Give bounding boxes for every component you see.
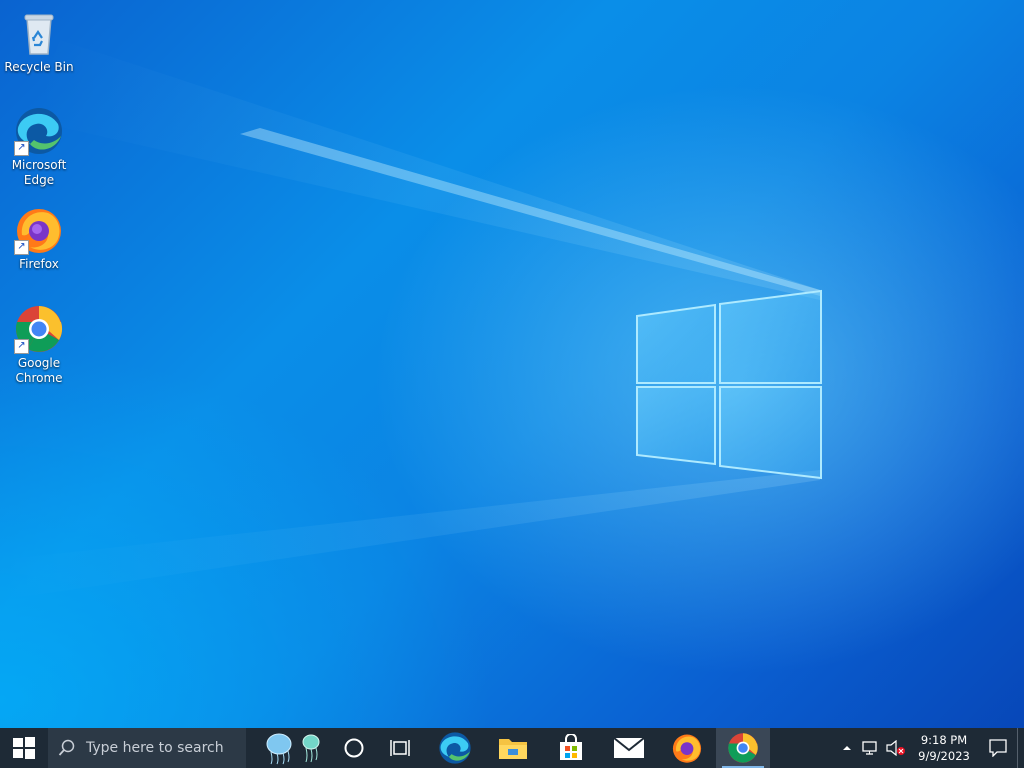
firefox-icon: ↗ bbox=[14, 205, 64, 255]
file-explorer-icon bbox=[499, 739, 527, 759]
volume-button[interactable] bbox=[883, 728, 909, 768]
clock[interactable]: 9:18 PM 9/9/2023 bbox=[909, 732, 979, 764]
cortana-icon bbox=[344, 738, 364, 758]
icon-label: Chrome bbox=[15, 371, 63, 385]
clock-time: 9:18 PM bbox=[920, 733, 968, 747]
action-center-button[interactable] bbox=[979, 728, 1017, 768]
task-view-icon bbox=[390, 740, 410, 756]
microsoft-store-icon bbox=[560, 734, 582, 760]
icon-label: Recycle Bin bbox=[4, 60, 74, 74]
search-box[interactable]: Type here to search bbox=[48, 728, 246, 768]
taskbar-microsoft-store[interactable] bbox=[542, 728, 600, 768]
taskbar: Type here to search 9:18 PM 9/9/2023 bbox=[0, 728, 1024, 768]
start-button[interactable] bbox=[0, 728, 48, 768]
icon-label: Microsoft bbox=[11, 158, 67, 172]
network-icon bbox=[862, 741, 877, 755]
shortcut-arrow-icon: ↗ bbox=[14, 141, 29, 156]
network-button[interactable] bbox=[859, 728, 883, 768]
task-view-button[interactable] bbox=[378, 728, 426, 768]
edge-icon: ↗ bbox=[14, 106, 64, 156]
shortcut-arrow-icon: ↗ bbox=[14, 240, 29, 255]
taskbar-edge[interactable] bbox=[426, 728, 484, 768]
wallpaper-logo bbox=[0, 40, 822, 600]
chevron-up-icon bbox=[843, 746, 851, 750]
chrome-icon bbox=[728, 733, 758, 763]
jellyfish-icon bbox=[266, 733, 320, 765]
shortcut-arrow-icon: ↗ bbox=[14, 339, 29, 354]
cortana-button[interactable] bbox=[330, 728, 378, 768]
taskbar-chrome[interactable] bbox=[716, 728, 770, 768]
taskbar-mail[interactable] bbox=[600, 728, 658, 768]
desktop-icon-chrome[interactable]: ↗ Google Chrome bbox=[4, 304, 74, 386]
taskbar-firefox[interactable] bbox=[658, 728, 716, 768]
search-placeholder: Type here to search bbox=[86, 740, 224, 756]
desktop-icon-edge[interactable]: ↗ Microsoft Edge bbox=[4, 106, 74, 188]
mail-icon bbox=[613, 737, 645, 758]
volume-muted-icon bbox=[886, 740, 905, 756]
windows-start-icon bbox=[13, 737, 35, 759]
show-desktop-button[interactable] bbox=[1017, 728, 1024, 768]
icon-label: Firefox bbox=[19, 257, 59, 271]
icon-label: Edge bbox=[23, 173, 55, 187]
search-highlight-button[interactable] bbox=[258, 728, 330, 768]
icon-label: Google bbox=[17, 356, 61, 370]
clock-date: 9/9/2023 bbox=[918, 749, 970, 763]
desktop-icon-firefox[interactable]: ↗ Firefox bbox=[4, 205, 74, 272]
desktop-icon-recycle-bin[interactable]: Recycle Bin bbox=[4, 8, 74, 75]
search-icon bbox=[58, 739, 75, 756]
edge-icon bbox=[439, 732, 471, 764]
show-hidden-icons-button[interactable] bbox=[835, 728, 859, 768]
recycle-bin-icon bbox=[14, 8, 64, 58]
chrome-icon: ↗ bbox=[14, 304, 64, 354]
taskbar-file-explorer[interactable] bbox=[484, 728, 542, 768]
notifications-icon bbox=[989, 739, 1007, 757]
desktop[interactable]: Recycle Bin ↗ Microsoft Edge ↗ Firefox ↗… bbox=[0, 0, 1024, 728]
firefox-icon bbox=[672, 734, 702, 763]
system-tray: 9:18 PM 9/9/2023 bbox=[835, 728, 1024, 768]
